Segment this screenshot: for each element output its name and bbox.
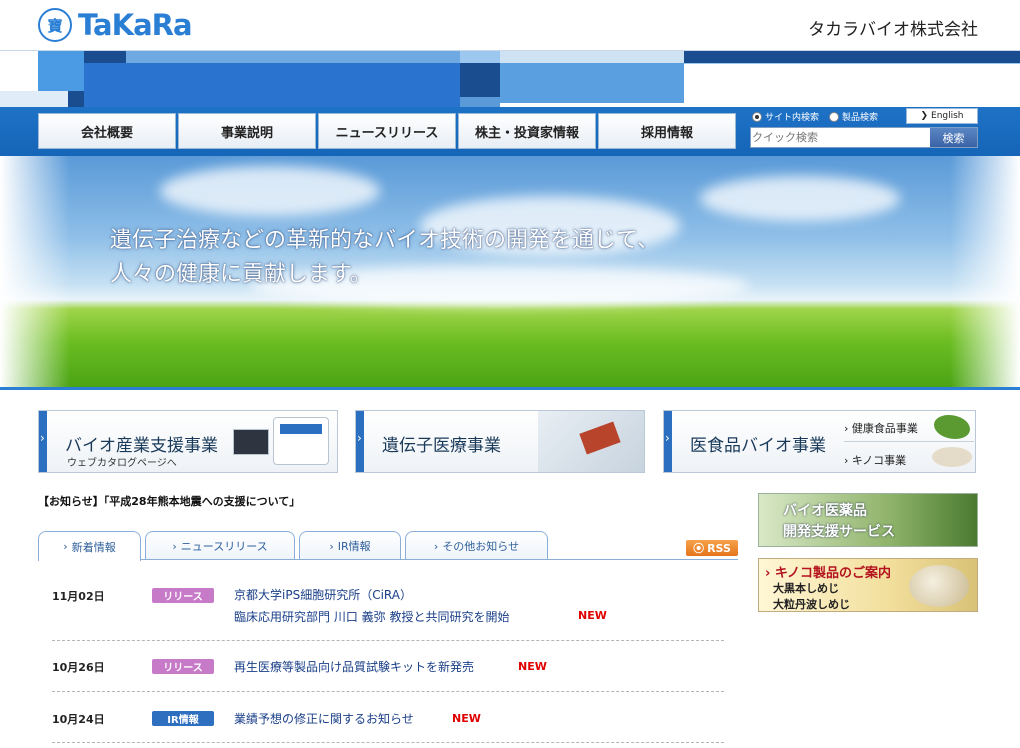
chevron-right-icon (356, 411, 364, 472)
news-link[interactable]: 業績予想の修正に関するお知らせ (234, 710, 414, 727)
tab-other-notices-label: その他お知らせ (442, 540, 520, 553)
radio-product-search-label: 製品検索 (842, 113, 879, 123)
banner-gene-title: 遺伝子医療事業 (382, 436, 501, 456)
notice-link[interactable]: 【お知らせ】「平成28年熊本地震への支援について」 (38, 493, 300, 509)
radio-selected-icon (752, 111, 762, 122)
banner-bio-industry[interactable]: バイオ産業支援事業 ウェブカタログページへ (38, 410, 338, 473)
hero-tagline-line2: 人々の健康に貢献します。 (110, 262, 372, 287)
nav-business[interactable]: 事業説明 (178, 113, 316, 149)
tab-ir-label: IR情報 (337, 540, 371, 553)
news-badge-release: リリース (152, 659, 214, 674)
nav-recruit[interactable]: 採用情報 (598, 113, 736, 149)
cloud-shape (160, 166, 380, 216)
hero-bottom-border (0, 387, 1020, 390)
news-link[interactable]: 臨床応用研究部門 川口 義弥 教授と共同研究を開始 (234, 608, 509, 625)
banner-bio-subtitle: ウェブカタログページへ (67, 458, 177, 469)
link-mushroom[interactable]: › キノコ事業 (844, 452, 906, 468)
mushroom-icon (909, 565, 969, 607)
tab-news-release[interactable]: › ニュースリリース (145, 531, 295, 560)
quick-search-input[interactable] (752, 129, 928, 146)
search-type-radios: サイト内検索 製品検索 (752, 110, 878, 123)
tab-latest-label: 新着情報 (71, 540, 116, 554)
english-button[interactable]: ❯ English (906, 108, 978, 124)
tab-ir[interactable]: › IR情報 (299, 531, 401, 560)
takara-logo-text[interactable]: TaKaRa (78, 8, 193, 42)
search-button[interactable]: 検索 (930, 128, 977, 147)
banner-gene-medicine[interactable]: 遺伝子医療事業 (355, 410, 645, 473)
news-date: 11月02日 (52, 590, 105, 603)
lab-photo-icon (538, 411, 644, 472)
chevron-right-icon: › (329, 539, 334, 553)
side-banner-mushroom-title-text: キノコ製品のご案内 (774, 566, 891, 581)
side-banner-mushroom[interactable]: › キノコ製品のご案内 大黒本しめじ 大粒丹波しめじ (758, 558, 978, 612)
english-label: English (931, 111, 964, 121)
link-health-food-label: 健康食品事業 (851, 422, 918, 435)
news-badge-ir: IR情報 (152, 711, 214, 726)
rss-button[interactable]: ⦿ RSS (686, 540, 738, 556)
laptop-icon (233, 429, 269, 455)
hero-tagline-line1: 遺伝子治療などの革新的なバイオ技術の開発を通じて、 (110, 228, 659, 253)
banner-divider (844, 441, 974, 442)
news-link[interactable]: 京都大学iPS細胞研究所（CiRA） (234, 586, 412, 603)
side-banner-mushroom-title: › キノコ製品のご案内 (765, 566, 891, 581)
side-banner-biopharma-line1: バイオ医薬品 (783, 503, 867, 519)
side-banner-mushroom-line3: 大粒丹波しめじ (773, 598, 850, 611)
takara-logo-icon[interactable]: 寶 (38, 8, 72, 42)
banner-bio-title: バイオ産業支援事業 (65, 436, 218, 456)
link-health-food[interactable]: › 健康食品事業 (844, 420, 918, 436)
hero-fade-left (0, 156, 70, 388)
cloud-shape (700, 176, 900, 221)
mushroom-icon (932, 447, 972, 467)
side-banner-biopharma-line2: 開発支援サービス (783, 524, 895, 540)
tab-other-notices[interactable]: › その他お知らせ (405, 531, 548, 560)
tab-latest[interactable]: › 新着情報 (38, 531, 141, 561)
new-badge: NEW (452, 712, 481, 725)
news-date: 10月24日 (52, 713, 105, 726)
nav-company-overview[interactable]: 会社概要 (38, 113, 176, 149)
rss-label: RSS (707, 541, 731, 555)
radio-site-search[interactable]: サイト内検索 (752, 110, 819, 123)
leaf-icon (934, 415, 970, 439)
nav-investor[interactable]: 株主・投資家情報 (458, 113, 596, 149)
active-tab-gap (39, 559, 140, 561)
banner-food-title: 医食品バイオ事業 (690, 436, 826, 456)
link-mushroom-label: キノコ事業 (851, 454, 907, 467)
side-banner-biopharma[interactable]: バイオ医薬品 開発支援サービス (758, 493, 978, 547)
news-separator (52, 742, 724, 743)
radio-product-search[interactable]: 製品検索 (829, 110, 878, 123)
company-name: タカラバイオ株式会社 (808, 20, 978, 40)
news-link[interactable]: 再生医療等製品向け品質試験キットを新発売 (234, 658, 474, 675)
chevron-right-icon: › (63, 540, 68, 553)
header-mosaic-decoration (0, 50, 1020, 109)
new-badge: NEW (518, 660, 547, 673)
radio-unselected-icon (829, 111, 840, 122)
thermal-cycler-icon (273, 417, 329, 465)
tab-news-release-label: ニュースリリース (180, 540, 268, 553)
chevron-right-icon: › (433, 539, 439, 553)
hero-fade-right (950, 156, 1020, 388)
radio-site-search-label: サイト内検索 (765, 113, 820, 123)
nav-news-release[interactable]: ニュースリリース (318, 113, 456, 149)
news-badge-release: リリース (152, 588, 214, 603)
tab-baseline (38, 559, 738, 560)
news-separator (52, 640, 724, 641)
rss-icon: ⦿ (693, 542, 705, 555)
chevron-right-icon: ❯ (920, 111, 929, 121)
chevron-right-icon: › (172, 539, 177, 553)
news-date: 10月26日 (52, 661, 105, 674)
news-separator (52, 691, 724, 692)
side-banner-mushroom-line2: 大黒本しめじ (773, 582, 839, 595)
chevron-right-icon (664, 411, 672, 472)
chevron-right-icon (39, 411, 47, 472)
new-badge: NEW (578, 609, 607, 622)
banner-food-bio[interactable]: 医食品バイオ事業 › 健康食品事業 › キノコ事業 (663, 410, 976, 473)
